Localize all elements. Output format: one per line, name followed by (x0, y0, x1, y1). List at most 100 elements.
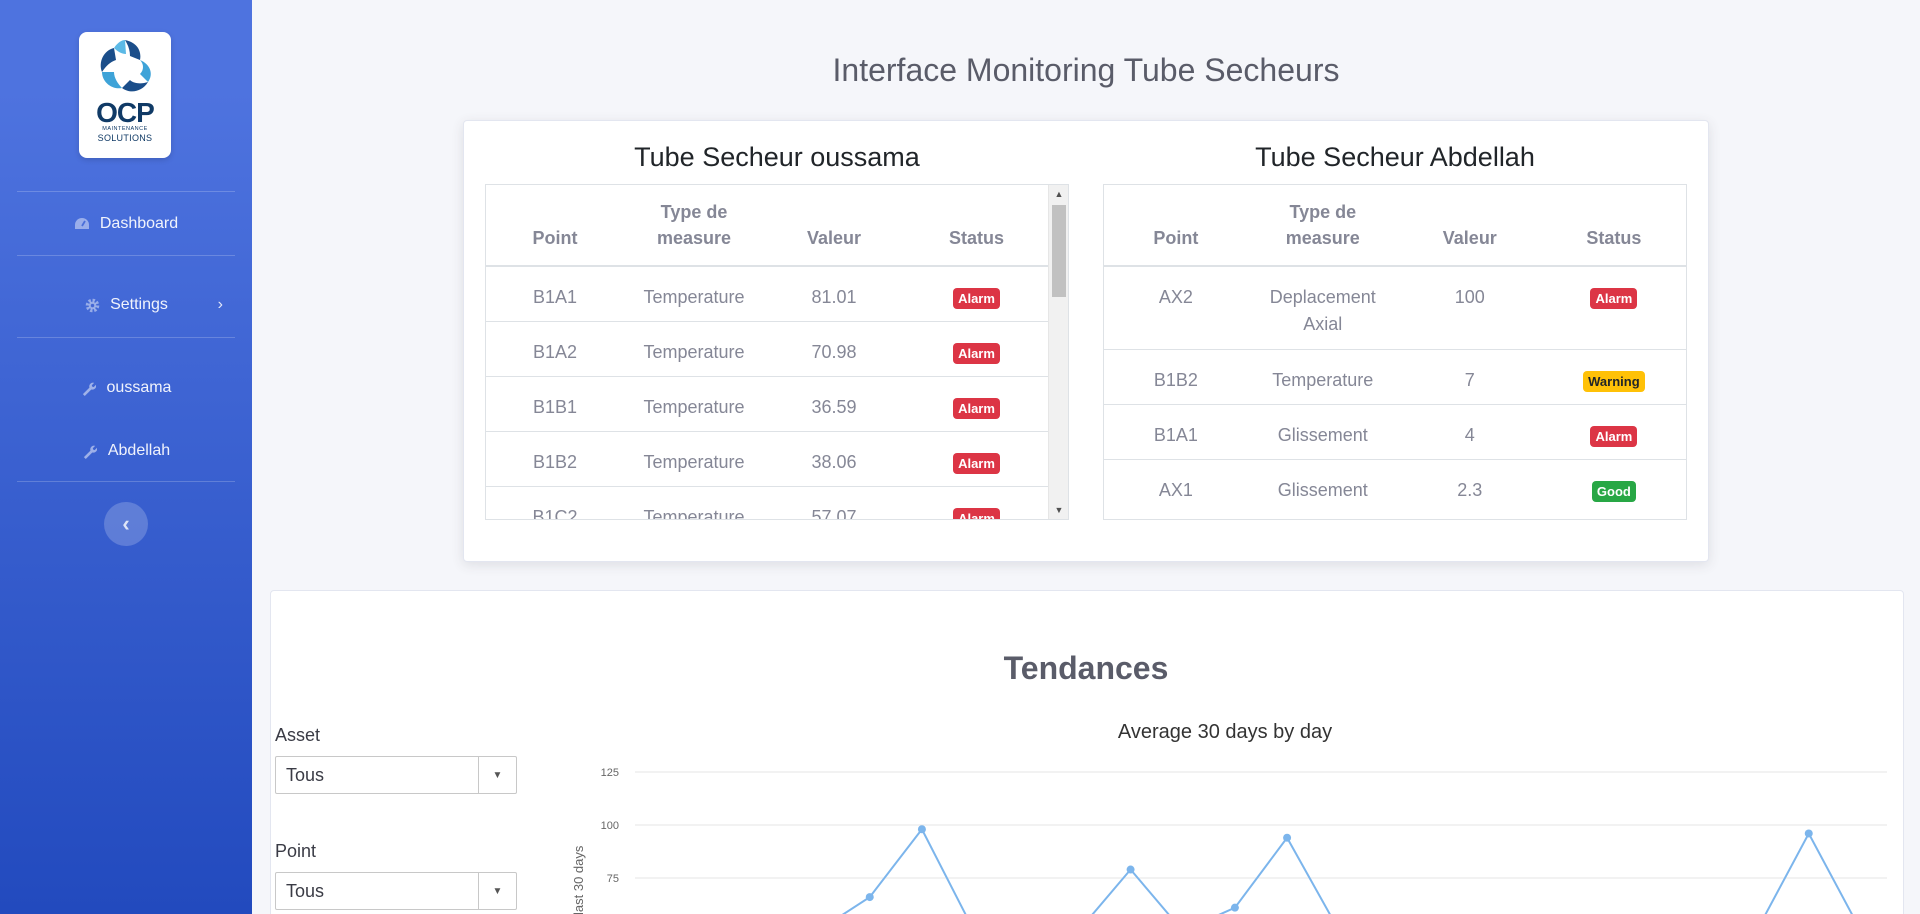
cell-value: 70.98 (764, 320, 904, 376)
brand-subtitle-2: SOLUTIONS (97, 133, 153, 143)
cell-value: 4 (1397, 403, 1542, 459)
sidebar-divider (17, 337, 235, 338)
data-point (1283, 833, 1292, 842)
sidebar-toggle-button[interactable]: ‹ (104, 502, 148, 546)
sidebar-item-abdellah[interactable]: Abdellah (17, 436, 235, 466)
column-header[interactable]: Valeur (1397, 185, 1542, 267)
cell-point: B1C2 (486, 485, 624, 519)
table1-scrollbar[interactable]: ▲ ▼ (1048, 185, 1068, 519)
column-header[interactable]: Type de measure (1247, 185, 1398, 267)
table2: Point Type de measure Valeur Status AX2 D… (1104, 185, 1686, 514)
cell-type: Glissement (1247, 403, 1398, 459)
brand-logo[interactable]: OCP MAINTENANCE SOLUTIONS (79, 32, 171, 158)
page-title: Interface Monitoring Tube Secheurs (832, 52, 1340, 88)
data-point (1804, 829, 1813, 838)
sidebar-divider (17, 255, 235, 256)
column-header[interactable]: Status (904, 185, 1049, 267)
asset-select-value: Tous (286, 764, 325, 785)
point-select[interactable]: Tous ▼ (275, 872, 517, 910)
y-tick-label: 125 (601, 767, 619, 779)
cell-point: B1A2 (486, 320, 624, 376)
sidebar-item-label: Dashboard (99, 215, 179, 232)
data-point (865, 893, 874, 902)
series-line (841, 827, 1853, 914)
column-header[interactable]: Point (1104, 185, 1248, 267)
chart-title: Average 30 days by day (1117, 721, 1333, 743)
status-badge: Alarm (953, 452, 1000, 474)
cell-point: B1B1 (486, 375, 624, 431)
asset-label: Asset (275, 725, 321, 745)
table1-container[interactable]: Point Type de measure Valeur Status B1A1… (485, 184, 1069, 520)
table-row: AX1 Glissement 2.3 Good (1104, 458, 1686, 514)
brand-name: OCP (96, 97, 155, 128)
cell-status: Alarm (904, 320, 1049, 376)
table-row: B1B1 Temperature 36.59 Alarm (486, 375, 1049, 431)
scroll-down-icon[interactable]: ▼ (1049, 501, 1068, 519)
column-header[interactable]: Point (486, 185, 624, 267)
cell-status: Alarm (904, 265, 1049, 321)
scroll-up-icon[interactable]: ▲ (1049, 185, 1068, 203)
column-header[interactable]: Status (1541, 185, 1686, 267)
trend-chart: 75 100 125 last 30 days (571, 767, 1887, 914)
sidebar-item-label: oussama (106, 379, 172, 396)
asset-select[interactable]: Tous ▼ (275, 756, 517, 794)
table-header-row: Point Type de measure Valeur Status (486, 185, 1049, 267)
cell-status: Alarm (904, 430, 1049, 486)
cell-status: Alarm (1541, 403, 1686, 459)
cell-point: B1A1 (486, 265, 624, 321)
gauge-icon (74, 216, 90, 232)
cell-value: 57.07 (764, 485, 904, 519)
data-point (1230, 903, 1239, 912)
cell-type: Deplacement Axial (1247, 265, 1398, 349)
y-tick-label: 75 (607, 873, 619, 885)
cell-type: Glissement (1247, 458, 1398, 514)
table1-title: Tube Secheur oussama (634, 142, 920, 172)
cell-point: B1A1 (1104, 403, 1248, 459)
status-badge: Alarm (1590, 425, 1638, 447)
chevron-right-icon: › (217, 296, 223, 313)
cell-status: Warning (1541, 348, 1686, 404)
chevron-left-icon: ‹ (122, 511, 130, 536)
cell-value: 81.01 (764, 265, 904, 321)
status-badge: Alarm (953, 507, 1000, 519)
y-tick-label: 100 (601, 820, 619, 832)
sidebar-item-dashboard[interactable]: Dashboard (17, 209, 235, 239)
point-label: Point (275, 841, 317, 861)
chevron-down-icon[interactable]: ▼ (478, 873, 516, 909)
cell-value: 38.06 (764, 430, 904, 486)
data-point (917, 825, 926, 834)
cell-type: Temperature (1247, 348, 1398, 404)
status-badge: Alarm (1590, 288, 1638, 309)
table2-body: AX2 Deplacement Axial 100 Alarm B1B2 Temperat… (1104, 265, 1686, 514)
table-row: AX2 Deplacement Axial 100 Alarm (1104, 265, 1686, 349)
table-row: B1A1 Temperature 81.01 Alarm (486, 265, 1049, 321)
status-badge: Alarm (953, 288, 1000, 309)
cell-point: B1B2 (486, 430, 624, 486)
cell-type: Temperature (624, 375, 764, 431)
point-select-value: Tous (286, 880, 325, 901)
sidebar-item-oussama[interactable]: oussama (17, 373, 235, 403)
gear-icon (84, 297, 100, 313)
cell-status: Alarm (904, 485, 1049, 519)
table1: Point Type de measure Valeur Status B1A1… (486, 185, 1049, 519)
cell-type: Temperature (624, 485, 764, 519)
cell-status: Alarm (904, 375, 1049, 431)
cell-point: AX1 (1104, 458, 1248, 514)
table2-container: Point Type de measure Valeur Status AX2 D… (1103, 184, 1687, 520)
table-row: B1A2 Temperature 70.98 Alarm (486, 320, 1049, 376)
cell-value: 7 (1397, 348, 1542, 404)
cell-value: 36.59 (764, 375, 904, 431)
scrollbar-thumb[interactable] (1052, 205, 1066, 297)
status-badge: Good (1591, 480, 1636, 502)
column-header[interactable]: Type de measure (624, 185, 764, 267)
table1-body: B1A1 Temperature 81.01 Alarm B1A2 Temperature… (486, 265, 1049, 519)
column-header[interactable]: Valeur (764, 185, 904, 267)
cell-point: B1B2 (1104, 348, 1248, 404)
cell-type: Temperature (624, 265, 764, 321)
sidebar-item-label: Abdellah (107, 442, 171, 459)
chevron-down-icon[interactable]: ▼ (478, 757, 516, 793)
cell-type: Temperature (624, 320, 764, 376)
sidebar-item-settings[interactable]: Settings › (17, 290, 235, 320)
table-row: B1A1 Glissement 4 Alarm (1104, 403, 1686, 459)
table-row: B1B2 Temperature 7 Warning (1104, 348, 1686, 404)
